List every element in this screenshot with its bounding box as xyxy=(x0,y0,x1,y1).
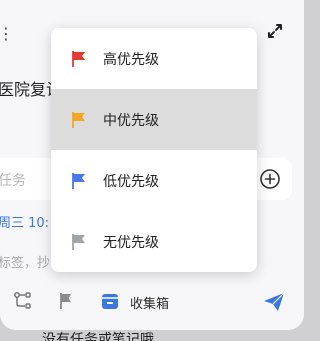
priority-option-low[interactable]: 低优先级 xyxy=(51,150,257,211)
priority-option-high[interactable]: 高优先级 xyxy=(51,28,257,89)
tag-hint[interactable]: 标签，抄 xyxy=(0,252,50,271)
priority-dropdown-menu: 高优先级 中优先级 低优先级 无优先级 xyxy=(51,28,257,272)
add-circle-icon[interactable] xyxy=(258,167,282,191)
priority-option-medium[interactable]: 中优先级 xyxy=(51,89,257,150)
menu-glyph-partial[interactable]: ⋮ xyxy=(0,24,14,43)
empty-hint-text: 没有任务或笔记哦 xyxy=(42,332,154,341)
orange-flag-icon xyxy=(72,111,85,128)
expand-icon[interactable] xyxy=(264,20,286,42)
red-flag-icon xyxy=(72,50,85,67)
priority-option-label: 低优先级 xyxy=(103,173,159,190)
subtask-placeholder[interactable]: 任务 xyxy=(0,170,26,190)
priority-option-label: 高优先级 xyxy=(103,51,159,68)
send-icon[interactable] xyxy=(262,290,286,314)
due-date[interactable]: 周三 10: xyxy=(0,212,49,231)
bottom-toolbar: 收集箱 xyxy=(0,286,304,318)
inbox-icon[interactable] xyxy=(100,291,120,311)
priority-option-label: 无优先级 xyxy=(103,234,159,251)
subtask-icon[interactable] xyxy=(12,290,34,312)
gray-flag-icon xyxy=(72,233,85,250)
priority-option-none[interactable]: 无优先级 xyxy=(51,211,257,272)
priority-option-label: 中优先级 xyxy=(103,112,159,129)
priority-flag-icon[interactable] xyxy=(56,291,76,311)
list-selector-label[interactable]: 收集箱 xyxy=(130,293,169,312)
blue-flag-icon xyxy=(72,172,85,189)
